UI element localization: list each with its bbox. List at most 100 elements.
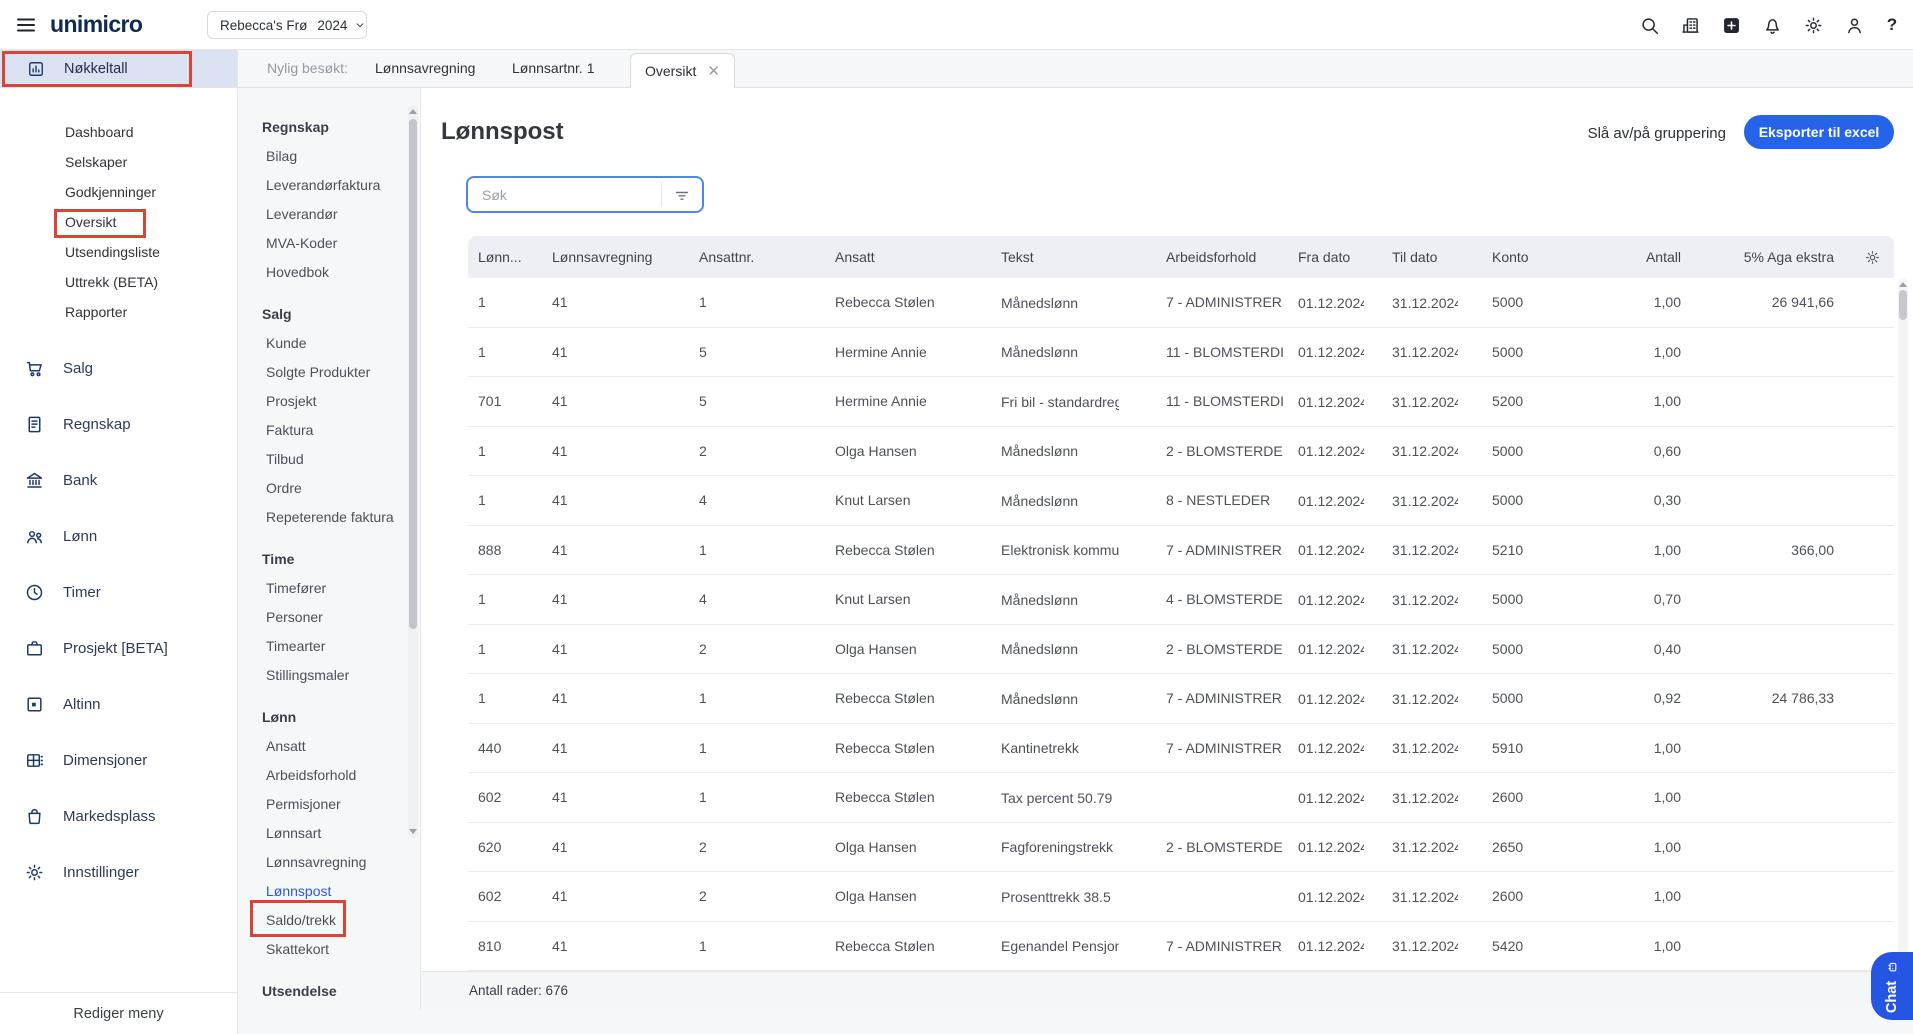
menu-icon[interactable] (14, 13, 38, 37)
column-header-lønnsavregning[interactable]: Lønnsavregning (542, 249, 689, 265)
table-row[interactable]: 1412Olga HansenMånedslønn2 - BLOMSTERDE0… (468, 427, 1894, 477)
organization-icon[interactable] (1680, 15, 1701, 36)
submenu-item-hovedbok[interactable]: Hovedbok (262, 258, 396, 287)
search-icon[interactable] (1639, 15, 1660, 36)
submenu-scrollbar[interactable] (408, 105, 418, 838)
column-header-antall[interactable]: Antall (1561, 249, 1691, 265)
submenu-item-bilag[interactable]: Bilag (262, 142, 396, 171)
column-header-lønn[interactable]: Lønn... (468, 249, 542, 265)
submenu-item-leverandørfaktura[interactable]: Leverandørfaktura (262, 171, 396, 200)
column-header-til-dato[interactable]: Til dato (1382, 249, 1482, 265)
sidebar-item-oversikt[interactable]: Oversikt (0, 207, 238, 237)
table-row[interactable]: 810411Rebecca StølenEgenandel Pensjon7 -… (468, 922, 1894, 972)
cell-arbeidsforhold: 4 - BLOMSTERDE (1156, 591, 1288, 607)
table-row[interactable]: 1414Knut LarsenMånedslønn4 - BLOMSTERDE0… (468, 575, 1894, 625)
scrollbar-thumb[interactable] (409, 119, 417, 629)
sidebar-item-bank[interactable]: Bank (0, 452, 238, 508)
submenu-item-lønnsavregning[interactable]: Lønnsavregning (262, 848, 396, 877)
edit-menu-button[interactable]: Rediger meny (0, 992, 237, 1034)
submenu-item-leverandør[interactable]: Leverandør (262, 200, 396, 229)
submenu-item-lønnsart[interactable]: Lønnsart (262, 819, 396, 848)
sidebar-item-timer[interactable]: Timer (0, 564, 238, 620)
cell-ansattnr: 5 (689, 344, 825, 360)
submenu-item-lønnspost[interactable]: Lønnspost (262, 877, 396, 906)
sidebar-item-nokkeltall[interactable]: Nøkkeltall (0, 50, 238, 88)
profile-icon[interactable] (1844, 15, 1865, 36)
table-row[interactable]: 1412Olga HansenMånedslønn2 - BLOMSTERDE0… (468, 625, 1894, 675)
cell-ansatt: Rebecca Stølen (825, 294, 991, 310)
submenu-item-permisjoner[interactable]: Permisjoner (262, 790, 396, 819)
sidebar-item-lønn[interactable]: Lønn (0, 508, 238, 564)
settings-icon[interactable] (1803, 15, 1824, 36)
table-settings-button[interactable] (1844, 249, 1894, 266)
close-icon[interactable]: ✕ (707, 64, 720, 79)
submenu-item-saldo-trekk[interactable]: Saldo/trekk (262, 906, 396, 935)
scroll-up-icon[interactable] (409, 109, 417, 114)
table-row[interactable]: 620412Olga HansenFagforeningstrekk2 - BL… (468, 823, 1894, 873)
sidebar-item-prosjekt-beta[interactable]: Prosjekt [BETA] (0, 620, 238, 676)
filter-button[interactable] (662, 178, 702, 211)
table-row[interactable]: 888411Rebecca StølenElektronisk kommunik… (468, 526, 1894, 576)
submenu-item-skattekort[interactable]: Skattekort (262, 935, 396, 964)
column-header-fra-dato[interactable]: Fra dato (1288, 249, 1382, 265)
table-row[interactable]: 602412Olga HansenProsenttrekk 38.501.12.… (468, 872, 1894, 922)
table-row[interactable]: 440411Rebecca StølenKantinetrekk7 - ADMI… (468, 724, 1894, 774)
sidebar-item-selskaper[interactable]: Selskaper (0, 147, 238, 177)
sidebar-item-altinn[interactable]: Altinn (0, 676, 238, 732)
submenu-item-ansatt[interactable]: Ansatt (262, 732, 396, 761)
table-row[interactable]: 701415Hermine AnnieFri bil - standardreg… (468, 377, 1894, 427)
submenu-item-repeterende-faktura[interactable]: Repeterende faktura (262, 503, 396, 532)
column-header-5-aga-ekstra[interactable]: 5% Aga ekstra (1691, 249, 1844, 265)
column-header-konto[interactable]: Konto (1482, 249, 1561, 265)
sidebar-item-markedsplass[interactable]: Markedsplass (0, 788, 238, 844)
add-icon[interactable] (1721, 15, 1742, 36)
column-header-tekst[interactable]: Tekst (991, 249, 1156, 265)
submenu-item-stillingsmaler[interactable]: Stillingsmaler (262, 661, 396, 690)
table-row[interactable]: 1411Rebecca StølenMånedslønn7 - ADMINIST… (468, 278, 1894, 328)
column-header-ansattnr[interactable]: Ansattnr. (689, 249, 825, 265)
table-row[interactable]: 1415Hermine AnnieMånedslønn11 - BLOMSTER… (468, 328, 1894, 378)
sidebar-item-dimensjoner[interactable]: Dimensjoner (0, 732, 238, 788)
table-row[interactable]: 602411Rebecca StølenTax percent 50.7901.… (468, 773, 1894, 823)
table-row[interactable]: 1414Knut LarsenMånedslønn8 - NESTLEDER01… (468, 476, 1894, 526)
submenu-item-solgte-produkter[interactable]: Solgte Produkter (262, 358, 396, 387)
scroll-up-icon[interactable] (1899, 282, 1907, 287)
recent-tab-lonnsartnr-1[interactable]: Lønnsartnr. 1 (512, 50, 595, 87)
submenu-item-tilbud[interactable]: Tilbud (262, 445, 396, 474)
sidebar-item-dashboard[interactable]: Dashboard (0, 117, 238, 147)
submenu-item-prosjekt[interactable]: Prosjekt (262, 387, 396, 416)
table-scrollbar[interactable] (1898, 278, 1908, 971)
notifications-icon[interactable] (1762, 15, 1783, 36)
search-input[interactable] (468, 178, 661, 211)
submenu-item-mva-koder[interactable]: MVA-Koder (262, 229, 396, 258)
table-row[interactable]: 1411Rebecca StølenMånedslønn7 - ADMINIST… (468, 674, 1894, 724)
company-selector[interactable]: Rebecca's Frø 2024 (207, 11, 367, 39)
sidebar-item-innstillinger[interactable]: Innstillinger (0, 844, 238, 900)
sidebar-item-godkjenninger[interactable]: Godkjenninger (0, 177, 238, 207)
sidebar-item-salg[interactable]: Salg (0, 340, 238, 396)
column-header-ansatt[interactable]: Ansatt (825, 249, 991, 265)
submenu-item-kunde[interactable]: Kunde (262, 329, 396, 358)
grouping-toggle[interactable]: Slå av/på gruppering (1588, 125, 1726, 142)
tab-oversikt-active[interactable]: Oversikt ✕ (630, 53, 735, 88)
submenu-item-personer[interactable]: Personer (262, 603, 396, 632)
submenu-item-timearter[interactable]: Timearter (262, 632, 396, 661)
submenu-item-ordre[interactable]: Ordre (262, 474, 396, 503)
module-label: Dimensjoner (63, 752, 147, 769)
scrollbar-thumb[interactable] (1899, 290, 1907, 320)
sidebar-item-rapporter[interactable]: Rapporter (0, 297, 238, 327)
export-to-excel-button[interactable]: Eksporter til excel (1744, 115, 1894, 149)
sidebar-item-regnskap[interactable]: Regnskap (0, 396, 238, 452)
cell-ansattnr: 1 (689, 294, 825, 310)
cell-fra-dato: 01.12.2024 (1288, 541, 1382, 558)
recent-tab-lonnsavregning[interactable]: Lønnsavregning (375, 50, 475, 87)
submenu-item-faktura[interactable]: Faktura (262, 416, 396, 445)
sidebar-item-uttrekk-beta[interactable]: Uttrekk (BETA) (0, 267, 238, 297)
sidebar-item-utsendingsliste[interactable]: Utsendingsliste (0, 237, 238, 267)
submenu-item-arbeidsforhold[interactable]: Arbeidsforhold (262, 761, 396, 790)
submenu-item-timefører[interactable]: Timefører (262, 574, 396, 603)
help-icon[interactable]: ? (1885, 15, 1899, 35)
chat-button[interactable]: Chat (1871, 952, 1913, 1020)
scroll-down-icon[interactable] (409, 829, 417, 834)
column-header-arbeidsforhold[interactable]: Arbeidsforhold (1156, 249, 1288, 265)
